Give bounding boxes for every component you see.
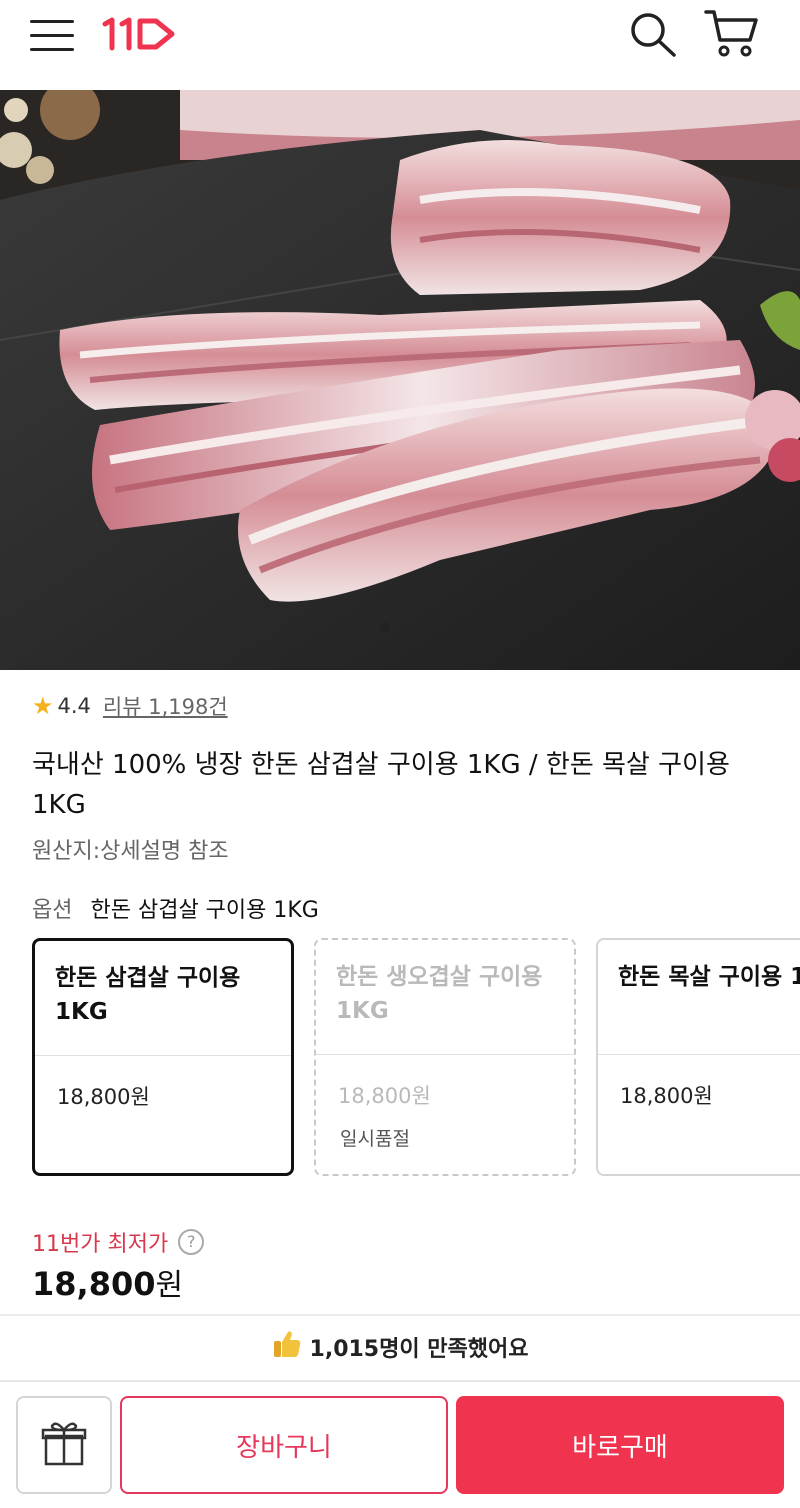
option-card[interactable]: 한돈 목살 구이용 1KG 18,800원 bbox=[596, 938, 800, 1176]
search-button[interactable] bbox=[626, 8, 680, 62]
option-label: 옵션 bbox=[32, 898, 73, 923]
menu-bar bbox=[30, 34, 74, 37]
option-card-price: 18,800원 bbox=[57, 1085, 150, 1109]
option-card-divider bbox=[35, 1055, 291, 1056]
carousel-dot-indicator[interactable] bbox=[380, 622, 390, 632]
cart-icon bbox=[704, 10, 758, 57]
cart-button[interactable] bbox=[702, 6, 762, 62]
gift-icon bbox=[41, 1422, 87, 1466]
gift-button[interactable] bbox=[16, 1396, 112, 1494]
option-card-status: 일시품절 bbox=[340, 1128, 410, 1150]
thumbs-up-icon bbox=[272, 1328, 302, 1367]
option-card-divider bbox=[598, 1054, 800, 1055]
buy-now-button[interactable]: 바로구매 bbox=[456, 1396, 784, 1494]
star-icon: ★ bbox=[32, 692, 54, 720]
menu-button[interactable] bbox=[30, 14, 76, 54]
option-card-name: 한돈 삼겹살 구이용 1KG bbox=[55, 965, 241, 1025]
price-unit: 원 bbox=[155, 1268, 184, 1303]
satisfaction-text: 1,015명이 만족했어요 bbox=[309, 1337, 529, 1362]
price-number: 18,800 bbox=[32, 1265, 156, 1303]
option-selected-value: 한돈 삼겹살 구이용 1KG bbox=[90, 898, 319, 923]
review-count-link[interactable]: 리뷰 1,198건 bbox=[103, 691, 228, 721]
top-header bbox=[0, 0, 800, 90]
satisfaction-banner: 1,015명이 만족했어요 bbox=[0, 1316, 800, 1378]
option-card-soldout[interactable]: 한돈 생오겹살 구이용 1KG 18,800원 일시품절 bbox=[314, 938, 576, 1176]
option-card-name: 한돈 목살 구이용 1KG bbox=[618, 964, 800, 990]
product-image bbox=[0, 90, 800, 670]
logo-11st[interactable] bbox=[100, 14, 180, 54]
option-card-price: 18,800원 bbox=[620, 1084, 713, 1108]
option-card-price: 18,800원 bbox=[338, 1084, 431, 1108]
add-to-cart-button[interactable]: 장바구니 bbox=[120, 1396, 448, 1494]
logo-graphic bbox=[102, 17, 175, 51]
product-image-carousel[interactable] bbox=[0, 90, 800, 670]
option-card-name: 한돈 생오겹살 구이용 1KG bbox=[336, 964, 543, 1024]
help-icon[interactable]: ? bbox=[178, 1229, 205, 1255]
option-row: 옵션 한돈 삼겹살 구이용 1KG bbox=[32, 892, 319, 924]
rating-value: 4.4 bbox=[57, 694, 91, 718]
product-title: 국내산 100% 냉장 한돈 삼겹살 구이용 1KG / 한돈 목살 구이용 1… bbox=[32, 750, 730, 820]
option-card-divider bbox=[316, 1054, 574, 1055]
rating-row: ★ 4.4 리뷰 1,198건 bbox=[32, 690, 228, 722]
option-card-selected[interactable]: 한돈 삼겹살 구이용 1KG 18,800원 bbox=[32, 938, 294, 1176]
lowest-price-label: 11번가 최저가 ? bbox=[32, 1226, 205, 1258]
product-origin: 원산지:상세설명 참조 bbox=[32, 839, 229, 864]
bottom-action-bar: 장바구니 바로구매 bbox=[0, 1380, 800, 1508]
menu-bar bbox=[30, 20, 74, 23]
lowest-price-text: 11번가 최저가 bbox=[32, 1232, 169, 1257]
search-icon bbox=[631, 13, 676, 57]
menu-bar bbox=[30, 48, 74, 51]
product-price: 18,800원 bbox=[32, 1260, 183, 1304]
